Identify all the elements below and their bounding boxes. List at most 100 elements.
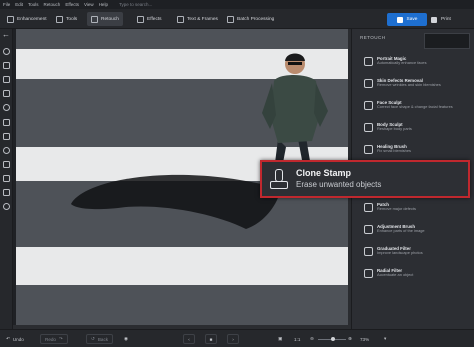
zoom-slider-handle[interactable]: [331, 337, 335, 341]
back-arrow-icon[interactable]: ←: [2, 31, 10, 39]
tab-text-frames[interactable]: Text & Frames: [173, 12, 222, 26]
tool-desc: Remove wrinkles and skin blemishes: [377, 82, 441, 88]
tab-label: Batch Processing: [237, 16, 275, 22]
floppy-disk-icon: [396, 16, 403, 23]
healing-brush-icon: [364, 145, 373, 154]
layers-icon: [227, 15, 234, 23]
gradient-icon[interactable]: [3, 119, 10, 126]
tool-desc: Enhance parts of the image: [377, 228, 425, 234]
tool-adjustment-brush[interactable]: Adjustment Brush Enhance parts of the ima…: [361, 222, 471, 242]
tool-desc: Remove major defects: [377, 206, 416, 212]
tab-label: Retouch: [101, 16, 119, 22]
tab-label: Enhancement: [17, 16, 47, 22]
tab-retouch[interactable]: Retouch: [87, 12, 123, 26]
print-button[interactable]: Print: [431, 13, 463, 26]
zoom-out-button[interactable]: ⊖: [310, 334, 314, 344]
text-tool-icon[interactable]: [3, 161, 10, 168]
tab-label: Tools: [66, 16, 78, 22]
left-tool-rail: ←: [0, 29, 13, 329]
zoom-ratio-label: 1:1: [294, 336, 301, 342]
magic-wand-icon[interactable]: [3, 62, 10, 69]
clone-stamp-callout[interactable]: Clone Stamp Erase unwanted objects: [260, 160, 470, 198]
crop-icon: [56, 15, 63, 23]
chevron-left-icon: ‹: [188, 336, 190, 342]
tool-body-sculpt[interactable]: Body Sculpt Reshape body parts: [361, 120, 471, 140]
menu-file[interactable]: File: [3, 2, 10, 7]
tool-desc: Reshape body parts: [377, 126, 412, 132]
back-label: Back: [97, 336, 109, 342]
zoom-percent-label: 73%: [360, 336, 370, 342]
menu-tools[interactable]: Tools: [28, 2, 39, 7]
face-icon: [364, 57, 373, 66]
undo-label: Undo: [12, 336, 24, 342]
bandage-icon: [364, 79, 373, 88]
globe-icon[interactable]: [3, 203, 10, 210]
zoom-in-icon: ⊕: [348, 336, 352, 341]
tool-desc: Improve landscape photos: [377, 250, 423, 256]
zoom-ratio[interactable]: 1:1: [294, 334, 300, 344]
tab-batch-processing[interactable]: Batch Processing: [223, 12, 278, 26]
next-image-button[interactable]: ›: [227, 334, 239, 344]
undo-icon: ↶: [6, 336, 10, 341]
tab-tools[interactable]: Tools: [52, 12, 81, 26]
tool-healing-brush[interactable]: Healing Brush Fix small blemishes: [361, 142, 471, 162]
menu-bar: File Edit Tools Retouch Effects View Hel…: [0, 0, 474, 9]
sun-icon[interactable]: [3, 147, 10, 154]
graduated-filter-icon: [364, 247, 373, 256]
save-button[interactable]: Save: [387, 13, 427, 26]
menu-retouch[interactable]: Retouch: [44, 2, 61, 7]
brush-icon: [91, 15, 98, 23]
fit-screen-icon: ▣: [278, 336, 283, 341]
undo-button[interactable]: ↶ Undo: [6, 334, 24, 344]
tab-label: Text & Frames: [187, 16, 218, 22]
zoom-percent: 73%: [360, 334, 369, 344]
redo-icon: ↷: [58, 336, 63, 341]
target-icon[interactable]: [3, 104, 10, 111]
adjustment-brush-icon: [364, 225, 373, 234]
tool-desc: Accentuate an object: [377, 272, 414, 278]
tool-portrait-magic[interactable]: Portrait Magic Automatically enhance face…: [361, 54, 471, 74]
zoom-dropdown[interactable]: ▾: [384, 334, 386, 344]
shapes-icon[interactable]: [3, 175, 10, 182]
stamp-icon[interactable]: [3, 76, 10, 83]
patch-icon: [364, 203, 373, 212]
back-button[interactable]: ↺ Back: [86, 334, 114, 344]
redo-label: Redo: [45, 336, 56, 342]
tab-effects[interactable]: Effects: [133, 12, 166, 26]
tool-skin-defects-removal[interactable]: Skin Defects Removal Remove wrinkles and …: [361, 76, 471, 96]
bottom-bar: ↶ Undo Redo ↷ ↺ Back ◉ ‹ ■ › ▣ 1:1 ⊖ ⊕ 7…: [0, 329, 474, 347]
menu-help[interactable]: Help: [99, 2, 108, 7]
sparkle-icon: [137, 15, 144, 23]
clone-stamp-tool-icon[interactable]: [3, 189, 10, 196]
rectangle-icon[interactable]: [3, 133, 10, 140]
tool-radial-filter[interactable]: Radial Filter Accentuate an object: [361, 266, 471, 286]
tool-patch[interactable]: Patch Remove major defects: [361, 200, 471, 220]
panel-thumbnail: [424, 33, 470, 49]
tool-graduated-filter[interactable]: Graduated Filter Improve landscape photos: [361, 244, 471, 264]
sliders-icon: [7, 15, 14, 23]
folder-icon: ■: [209, 336, 213, 342]
open-folder-button[interactable]: ■: [205, 334, 217, 344]
tool-face-sculpt[interactable]: Face Sculpt Correct face shape & change f…: [361, 98, 471, 118]
rotate-icon[interactable]: [3, 48, 10, 55]
brush-icon[interactable]: [3, 90, 10, 97]
prev-image-button[interactable]: ‹: [183, 334, 195, 344]
main-toolbar: Enhancement Tools Retouch Effects Text &…: [0, 9, 474, 29]
text-icon: [177, 15, 184, 23]
print-label: Print: [441, 17, 451, 22]
eye-icon: ◉: [124, 336, 129, 341]
menu-edit[interactable]: Edit: [15, 2, 23, 7]
menu-search[interactable]: Type to search...: [119, 2, 152, 7]
menu-effects[interactable]: Effects: [65, 2, 79, 7]
fit-to-screen-button[interactable]: ▣: [278, 334, 282, 344]
face-sculpt-icon: [364, 101, 373, 110]
preview-toggle[interactable]: ◉: [124, 334, 128, 344]
tool-desc: Fix small blemishes: [377, 148, 411, 154]
menu-view[interactable]: View: [84, 2, 94, 7]
chevron-down-icon: ▾: [384, 336, 387, 341]
tab-enhancement[interactable]: Enhancement: [3, 12, 51, 26]
tool-desc: Correct face shape & change facial featu…: [377, 104, 453, 110]
redo-button[interactable]: Redo ↷: [40, 334, 68, 344]
zoom-in-button[interactable]: ⊕: [348, 334, 352, 344]
tab-label: Effects: [147, 16, 162, 22]
